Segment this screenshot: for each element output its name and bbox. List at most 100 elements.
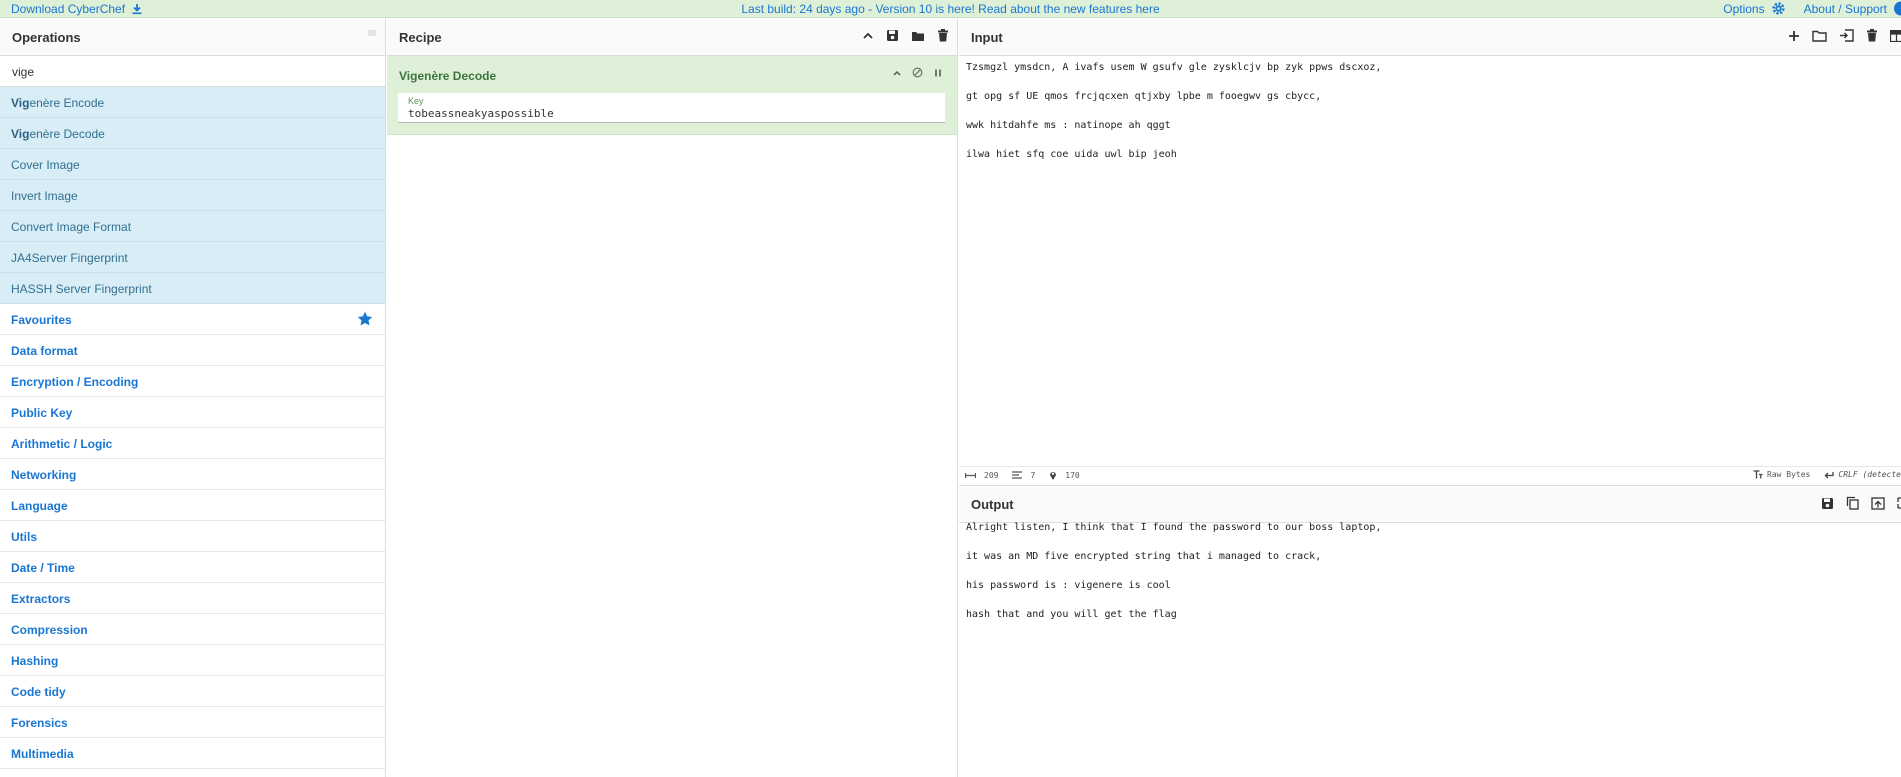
- top-banner: Download CyberChef Last build: 24 days a…: [0, 0, 1901, 18]
- category-item[interactable]: Data format: [0, 335, 385, 366]
- eol-selector[interactable]: CRLF (detecte: [1838, 470, 1901, 479]
- category-item[interactable]: Compression: [0, 614, 385, 645]
- operations-panel: Operations vige Vigenère Encode Vigenère …: [0, 19, 386, 777]
- operation-result-item[interactable]: Vigenère Decode: [0, 118, 385, 149]
- category-item[interactable]: Arithmetic / Logic: [0, 428, 385, 459]
- input-header: Input: [959, 19, 1901, 56]
- key-input-field[interactable]: Key tobeassneakyaspossible: [398, 93, 945, 123]
- operation-result-item[interactable]: HASSH Server Fingerprint: [0, 273, 385, 304]
- output-textarea[interactable]: Alright listen, I think that I found the…: [966, 522, 1901, 638]
- layout-grid-icon[interactable]: [1890, 29, 1901, 42]
- category-label: Networking: [11, 468, 77, 482]
- resize-handle-icon[interactable]: [367, 29, 377, 37]
- location-pin-icon: [1049, 470, 1057, 480]
- input-text-line: ilwa hiet sfq coe uida uwl bip jeoh: [966, 149, 1177, 160]
- disable-icon[interactable]: [912, 67, 923, 78]
- io-panel: Input Tzsmgzl ymsdcn, A ivafs usem W gsu…: [959, 19, 1901, 777]
- collapse-chevron-icon[interactable]: [892, 68, 902, 78]
- output-pane: Output Alright listen, I think that I fo…: [959, 485, 1901, 777]
- load-file-icon[interactable]: [1839, 29, 1854, 42]
- category-item[interactable]: Code tidy: [0, 676, 385, 707]
- input-textarea[interactable]: Tzsmgzl ymsdcn, A ivafs usem W gsufv gle…: [966, 62, 1901, 178]
- text-format-icon: [1753, 470, 1763, 479]
- about-support-link[interactable]: About / Support: [1804, 2, 1887, 16]
- operation-result-item[interactable]: Invert Image: [0, 180, 385, 211]
- input-text-line: gt opg sf UE qmos frcjqcxen qtjxby lpbe …: [966, 91, 1322, 102]
- input-title: Input: [971, 29, 1003, 45]
- operation-result-label: Invert Image: [11, 189, 78, 203]
- options-link[interactable]: Options: [1723, 2, 1764, 16]
- search-match-highlight: Vig: [11, 96, 30, 110]
- category-label: Code tidy: [11, 685, 66, 699]
- recipe-operation-vigenere-decode[interactable]: Vigenère Decode Key tobeassneakyaspossib…: [387, 56, 957, 135]
- output-text-line: his password is : vigenere is cool: [966, 580, 1171, 591]
- operation-result-item[interactable]: Cover Image: [0, 149, 385, 180]
- operations-title: Operations: [12, 29, 81, 45]
- category-item[interactable]: Public Key: [0, 397, 385, 428]
- category-label: Date / Time: [11, 561, 75, 575]
- trash-icon[interactable]: [937, 29, 949, 42]
- raw-bytes-toggle[interactable]: Raw Bytes: [1767, 470, 1810, 479]
- operation-result-item[interactable]: JA4Server Fingerprint: [0, 242, 385, 273]
- input-lines: 7: [1030, 470, 1036, 480]
- key-label: Key: [408, 96, 424, 106]
- star-icon[interactable]: [357, 311, 373, 327]
- maximise-icon[interactable]: [1897, 497, 1901, 509]
- operation-result-label: Cover Image: [11, 158, 80, 172]
- key-value[interactable]: tobeassneakyaspossible: [408, 107, 554, 120]
- replace-input-icon[interactable]: [1871, 496, 1885, 510]
- output-text-line: hash that and you will get the flag: [966, 609, 1177, 620]
- operation-result-item[interactable]: Convert Image Format: [0, 211, 385, 242]
- folder-icon[interactable]: [911, 30, 925, 42]
- chevron-up-icon[interactable]: [862, 30, 874, 42]
- category-item[interactable]: Extractors: [0, 583, 385, 614]
- output-text-line: it was an MD five encrypted string that …: [966, 551, 1322, 562]
- category-label: Hashing: [11, 654, 59, 668]
- pause-icon[interactable]: [933, 68, 943, 78]
- category-item[interactable]: Networking: [0, 459, 385, 490]
- recipe-title: Recipe: [399, 29, 442, 45]
- category-item[interactable]: Utils: [0, 521, 385, 552]
- output-title: Output: [971, 496, 1014, 512]
- input-status-bar: 209 7 170 Raw Bytes CRLF (detecte: [959, 466, 1901, 484]
- category-item[interactable]: Encryption / Encoding: [0, 366, 385, 397]
- recipe-header: Recipe: [387, 19, 957, 56]
- category-label: Arithmetic / Logic: [11, 437, 113, 451]
- length-icon: [965, 472, 976, 479]
- category-label: Public Key: [11, 406, 73, 420]
- category-item[interactable]: Multimedia: [0, 738, 385, 769]
- category-label: Extractors: [11, 592, 71, 606]
- operation-result-label: HASSH Server Fingerprint: [11, 282, 152, 296]
- category-label: Data format: [11, 344, 78, 358]
- category-label: Favourites: [11, 313, 72, 327]
- category-item[interactable]: Forensics: [0, 707, 385, 738]
- input-pane: Input Tzsmgzl ymsdcn, A ivafs usem W gsu…: [959, 19, 1901, 485]
- cursor-position: 170: [1065, 470, 1080, 480]
- category-label: Language: [11, 499, 68, 513]
- lines-icon: [1012, 471, 1023, 479]
- copy-icon[interactable]: [1846, 496, 1859, 510]
- category-item[interactable]: Language: [0, 490, 385, 521]
- category-label: Forensics: [11, 716, 68, 730]
- save-output-icon[interactable]: [1821, 497, 1834, 510]
- operation-result-label: enère Encode: [29, 96, 105, 110]
- search-value: vige: [12, 65, 35, 79]
- input-length: 209: [984, 470, 999, 480]
- build-notice-link[interactable]: Last build: 24 days ago - Version 10 is …: [741, 2, 1159, 16]
- input-text-line: Tzsmgzl ymsdcn, A ivafs usem W gsufv gle…: [966, 62, 1382, 73]
- recipe-panel: Recipe Vigenère Decode Key tobeassneakya…: [387, 19, 958, 777]
- input-text-line: wwk hitdahfe ms : natinope ah qggt: [966, 120, 1171, 131]
- operation-result-item[interactable]: Vigenère Encode: [0, 87, 385, 118]
- open-folder-icon[interactable]: [1812, 30, 1827, 42]
- category-label: Compression: [11, 623, 88, 637]
- gear-icon[interactable]: [1771, 1, 1786, 16]
- help-icon[interactable]: [1893, 1, 1901, 16]
- operation-search-input[interactable]: vige: [0, 56, 385, 87]
- operation-result-label: JA4Server Fingerprint: [11, 251, 128, 265]
- add-tab-icon[interactable]: [1788, 30, 1800, 42]
- category-item[interactable]: Date / Time: [0, 552, 385, 583]
- clear-input-trash-icon[interactable]: [1866, 29, 1878, 42]
- save-recipe-icon[interactable]: [886, 29, 899, 42]
- category-item[interactable]: Hashing: [0, 645, 385, 676]
- category-item[interactable]: Favourites: [0, 304, 385, 335]
